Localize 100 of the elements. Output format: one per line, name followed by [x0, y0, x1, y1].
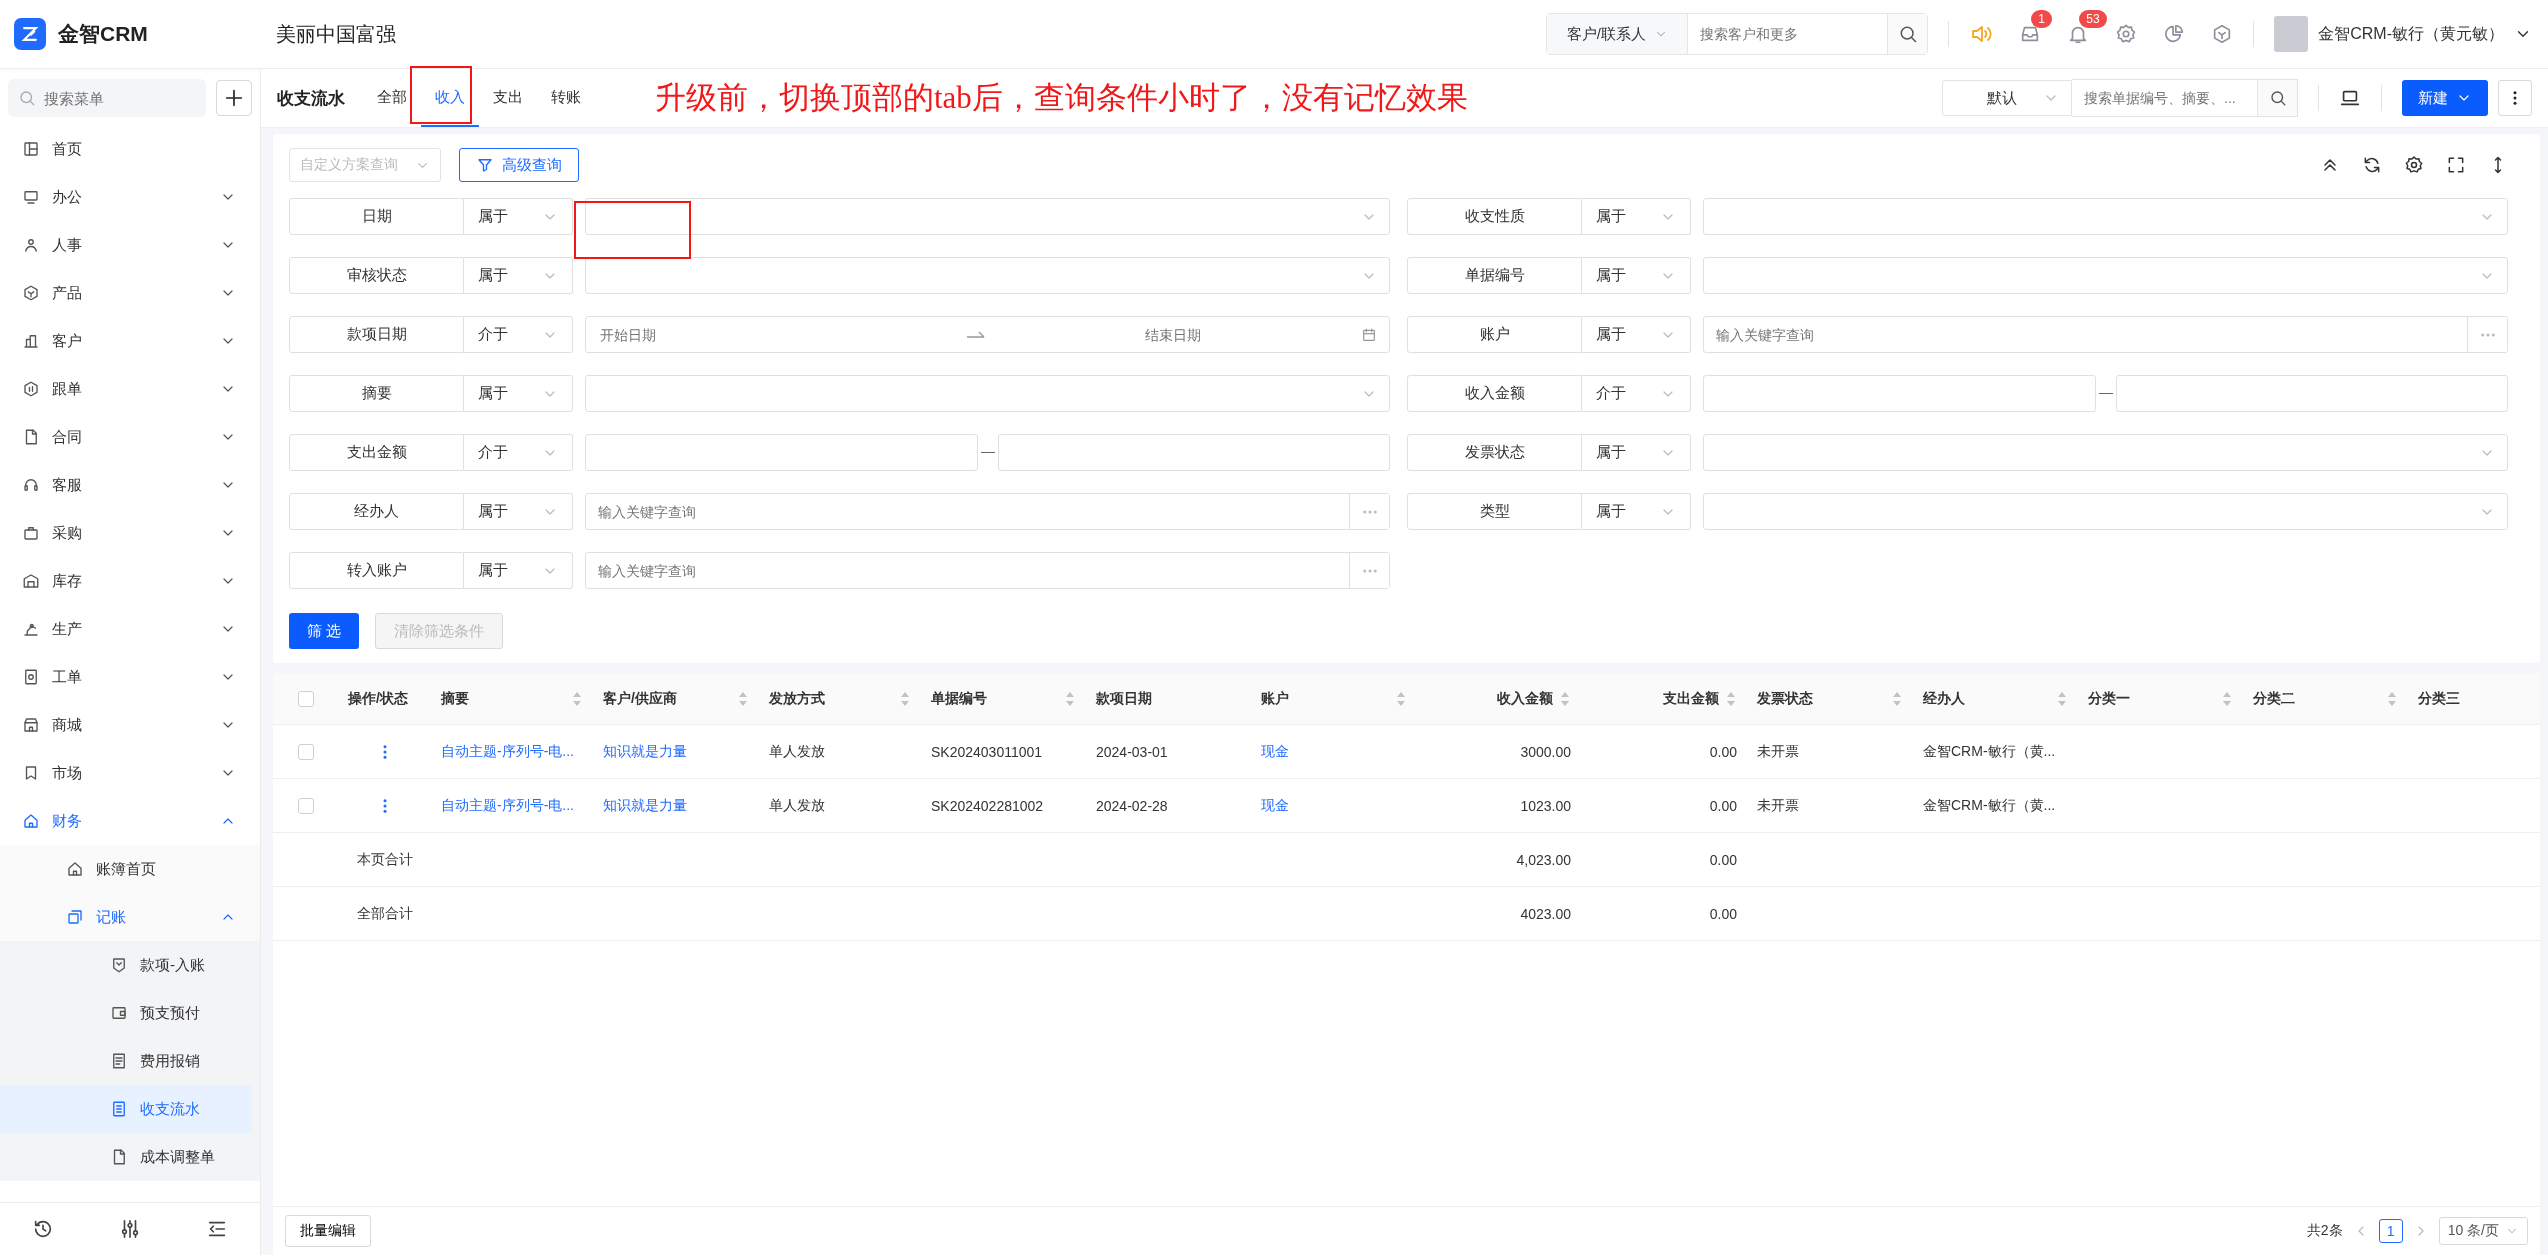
sidebar-item[interactable]: 跟单 [0, 365, 260, 413]
lookup-field[interactable]: 输入关键字查询 [585, 493, 1390, 530]
lookup-field[interactable]: 输入关键字查询 [585, 552, 1390, 589]
operator-select[interactable]: 属于 [464, 375, 573, 412]
operator-select[interactable]: 属于 [464, 493, 573, 530]
sidebar-item[interactable]: 人事 [0, 221, 260, 269]
sidebar-item[interactable]: 收支流水 [0, 1085, 252, 1133]
keyword-input[interactable]: 输入关键字查询 [1704, 326, 2467, 343]
cell-link[interactable]: 现金 [1261, 796, 1289, 815]
tab[interactable]: 全部 [363, 69, 421, 127]
min-input-field[interactable] [585, 434, 978, 471]
filter-button[interactable]: 筛 选 [289, 613, 360, 649]
tab[interactable]: 收入 [421, 69, 479, 127]
sidebar-item[interactable]: 财务 [0, 797, 260, 845]
cell-link[interactable]: 现金 [1261, 742, 1289, 761]
new-button[interactable]: 新建 [2402, 80, 2488, 116]
advanced-query-button[interactable]: 高级查询 [459, 148, 579, 182]
operator-select[interactable]: 介于 [464, 434, 573, 471]
menu-search-field[interactable]: 搜索菜单 [8, 79, 206, 117]
refresh-icon[interactable] [2362, 155, 2382, 175]
select-field[interactable] [585, 257, 1390, 294]
operator-select[interactable]: 介于 [1582, 375, 1691, 412]
select-field[interactable] [1703, 198, 2508, 235]
sidebar-item[interactable]: 办公 [0, 173, 260, 221]
page-size-select[interactable]: 10 条/页 [2438, 1217, 2528, 1245]
batch-edit-button[interactable]: 批量编辑 [285, 1215, 371, 1247]
operator-select[interactable]: 属于 [1582, 257, 1691, 294]
lookup-field[interactable]: 输入关键字查询 [1703, 316, 2508, 353]
operator-select[interactable]: 属于 [464, 198, 573, 235]
column-header: 账户 [1261, 689, 1290, 708]
cell-link[interactable]: 知识就是力量 [603, 742, 687, 761]
operator-select[interactable]: 介于 [464, 316, 573, 353]
operator-select[interactable]: 属于 [1582, 434, 1691, 471]
cell-link[interactable]: 自动主题-序列号-电... [441, 796, 574, 815]
company-name: 美丽中国富强 [275, 21, 396, 47]
add-button[interactable] [216, 80, 252, 116]
sidebar-item[interactable]: 客服 [0, 461, 260, 509]
checkbox[interactable] [297, 690, 314, 707]
operator-select[interactable]: 属于 [1582, 493, 1691, 530]
max-input-field[interactable] [997, 434, 1390, 471]
more-button[interactable] [1349, 494, 1389, 529]
cell-link[interactable]: 知识就是力量 [603, 796, 687, 815]
checkbox[interactable] [297, 797, 314, 814]
condition-label: 转入账户 [289, 552, 464, 589]
brand-name: 金智CRM [58, 21, 148, 47]
operator-select[interactable]: 属于 [1582, 316, 1691, 353]
tab[interactable]: 转账 [537, 69, 595, 127]
sidebar-item[interactable]: 生产 [0, 605, 260, 653]
sidebar-item[interactable]: 市场 [0, 749, 260, 797]
sidebar-item[interactable]: 记账 [0, 893, 260, 941]
select-field[interactable] [1703, 257, 2508, 294]
search-bar[interactable]: 搜索单据编号、摘要、... [2072, 79, 2298, 117]
search-icon [18, 89, 36, 107]
sidebar-item[interactable]: 费用报销 [0, 1037, 260, 1085]
view-select[interactable]: 默认 [1942, 80, 2072, 116]
select-field[interactable] [1703, 493, 2508, 530]
sidebar-item[interactable]: 首页 [0, 125, 260, 173]
search-button[interactable] [2257, 80, 2297, 116]
condition-label: 收支性质 [1407, 198, 1582, 235]
wallet-icon [110, 1004, 128, 1022]
sidebar-item[interactable]: 款项-入账 [0, 941, 260, 989]
checkbox[interactable] [297, 743, 314, 760]
user-name[interactable]: 金智CRM-敏行（黄元敏） [2318, 23, 2504, 45]
more-button[interactable] [1349, 553, 1389, 588]
tab[interactable]: 支出 [479, 69, 537, 127]
search-bar[interactable]: 客户/联系人 搜索客户和更多 [1546, 13, 1929, 55]
select-field[interactable] [585, 198, 1390, 235]
select-field[interactable] [585, 375, 1390, 412]
sidebar-item[interactable]: 客户 [0, 317, 260, 365]
more-button[interactable] [2467, 317, 2507, 352]
fullscreen-icon[interactable] [2446, 155, 2466, 175]
sidebar-item[interactable]: 商城 [0, 701, 260, 749]
table-cell: 未开票 [1757, 796, 1799, 815]
min-input-field[interactable] [1703, 375, 2096, 412]
table-cell: SK202403011001 [931, 743, 1043, 760]
sidebar-item[interactable]: 工单 [0, 653, 260, 701]
sidebar-item[interactable]: 产品 [0, 269, 260, 317]
operator-select[interactable]: 属于 [1582, 198, 1691, 235]
date-range-field[interactable]: 开始日期 结束日期 [585, 316, 1390, 353]
sidebar-item[interactable]: 库存 [0, 557, 260, 605]
sidebar-item[interactable]: 成本调整单 [0, 1133, 260, 1181]
search-button[interactable] [1887, 14, 1928, 54]
operator-select[interactable]: 属于 [464, 552, 573, 589]
cell-link[interactable]: 自动主题-序列号-电... [441, 742, 574, 761]
select-field[interactable] [1703, 434, 2508, 471]
keyword-input[interactable]: 输入关键字查询 [586, 562, 1349, 579]
menu-search-input[interactable]: 搜索菜单 [42, 88, 196, 108]
settings-icon[interactable] [2404, 155, 2424, 175]
sidebar-item[interactable]: 账簿首页 [0, 845, 260, 893]
sidebar-item[interactable]: 合同 [0, 413, 260, 461]
avatar[interactable] [2274, 16, 2309, 52]
scope-select[interactable]: 客户/联系人 [1547, 14, 1689, 54]
sidebar-item[interactable]: 预支预付 [0, 989, 260, 1037]
page-button[interactable]: 1 [2378, 1219, 2403, 1243]
operator-select[interactable]: 属于 [464, 257, 573, 294]
max-input-field[interactable] [2115, 375, 2508, 412]
keyword-input[interactable]: 输入关键字查询 [586, 503, 1349, 520]
pie-chart-icon[interactable] [2163, 23, 2186, 45]
sliders-icon[interactable] [119, 1218, 141, 1240]
sidebar-item[interactable]: 采购 [0, 509, 260, 557]
